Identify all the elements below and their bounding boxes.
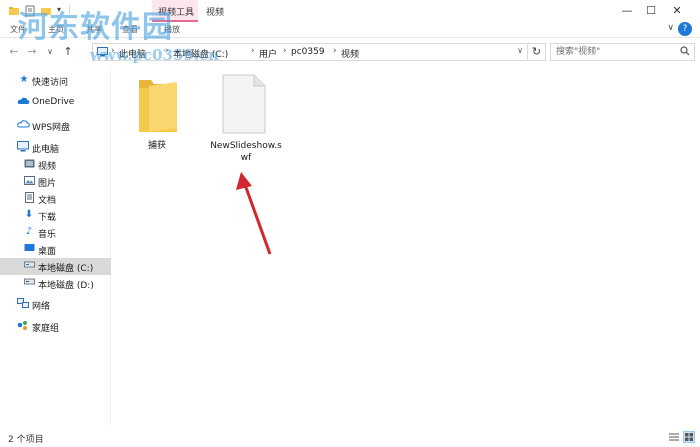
file-name: 捕获	[147, 141, 166, 151]
cloud-icon	[17, 96, 30, 108]
file-item-swf[interactable]: NewSlideshow.s wf	[208, 74, 284, 164]
file-item-folder[interactable]: 捕获	[136, 76, 184, 156]
breadcrumb-this-pc[interactable]: 此电脑	[119, 47, 146, 60]
breadcrumb-drive-c[interactable]: 本地磁盘 (C:)	[173, 47, 228, 60]
sidebar-item-homegroup[interactable]: 家庭组	[0, 318, 111, 335]
help-button[interactable]: ?	[678, 22, 692, 36]
sidebar-item-drive-d[interactable]: 本地磁盘 (D:)	[0, 275, 111, 292]
pictures-folder-icon	[23, 175, 35, 187]
sidebar-item-label: WPS网盘	[32, 123, 71, 133]
this-pc-icon	[97, 47, 108, 60]
download-icon: ⬇	[24, 209, 34, 220]
sidebar-item-wps-drive[interactable]: WPS网盘	[0, 117, 111, 134]
sidebar-item-label: 此电脑	[32, 145, 60, 155]
network-icon	[17, 298, 29, 310]
sidebar-item-onedrive[interactable]: OneDrive	[0, 94, 111, 111]
ribbon-tab-view[interactable]: 查看	[122, 24, 138, 35]
sidebar-item-label: 桌面	[38, 247, 57, 257]
video-tools-label: 视频工具	[158, 8, 195, 18]
address-dropdown-icon[interactable]: ∨	[517, 46, 523, 55]
file-list: 捕获 NewSlideshow.s wf	[112, 66, 692, 426]
breadcrumb-separator-icon: ›	[283, 46, 287, 56]
desktop-icon	[23, 243, 35, 255]
recent-locations-button[interactable]: ∨	[42, 44, 58, 60]
sidebar-item-label: OneDrive	[32, 97, 75, 107]
status-bar: 2 个项目	[0, 428, 700, 447]
sidebar-item-pictures[interactable]: 图片	[0, 173, 111, 190]
homegroup-icon	[17, 320, 29, 332]
sidebar-item-label: 家庭组	[32, 324, 60, 334]
ribbon-tab-play[interactable]: 播放	[164, 24, 180, 35]
drive-icon	[23, 277, 35, 289]
sidebar-item-drive-c[interactable]: 本地磁盘 (C:)	[0, 258, 111, 275]
breadcrumb-separator-icon: ›	[251, 46, 255, 56]
ribbon-tab-file[interactable]: 文件	[10, 24, 26, 35]
close-button[interactable]: ✕	[654, 0, 700, 22]
video-folder-icon	[23, 158, 35, 170]
sidebar-item-label: 音乐	[38, 230, 57, 240]
sidebar-item-documents[interactable]: 文档	[0, 190, 111, 207]
sidebar-item-label: 文档	[38, 196, 57, 206]
sidebar-item-quick-access[interactable]: ★ 快速访问	[0, 72, 111, 89]
drive-icon	[23, 260, 35, 272]
large-icons-view-icon[interactable]	[683, 431, 695, 443]
expand-ribbon-icon[interactable]: ∨	[667, 23, 674, 33]
sidebar-item-videos[interactable]: 视频	[0, 156, 111, 173]
file-icon	[222, 74, 266, 137]
sidebar-item-label: 本地磁盘 (D:)	[38, 281, 94, 291]
search-icon[interactable]	[680, 46, 690, 59]
computer-icon	[17, 141, 29, 153]
ribbon-tab-share[interactable]: 共享	[86, 24, 102, 35]
sidebar-item-downloads[interactable]: ⬇ 下载	[0, 207, 111, 224]
music-icon: ♪	[25, 226, 33, 237]
cloud-outline-icon	[17, 119, 30, 131]
new-folder-icon[interactable]	[40, 5, 52, 20]
sidebar-item-label: 图片	[38, 179, 57, 189]
item-count: 2 个项目	[8, 435, 44, 445]
breadcrumb-user-folder[interactable]: pc0359	[291, 47, 325, 57]
sidebar-item-music[interactable]: ♪ 音乐	[0, 224, 111, 241]
sidebar-item-desktop[interactable]: 桌面	[0, 241, 111, 258]
search-box[interactable]	[550, 43, 695, 61]
sidebar-item-label: 视频	[38, 162, 57, 172]
customize-toolbar-icon[interactable]: ▾	[57, 5, 61, 14]
details-view-icon[interactable]	[668, 431, 680, 443]
refresh-button[interactable]: ↻	[528, 43, 546, 61]
file-name: NewSlideshow.s wf	[210, 141, 282, 163]
properties-icon[interactable]	[24, 5, 36, 20]
folder-icon	[137, 76, 179, 137]
search-input[interactable]	[551, 44, 671, 60]
breadcrumb-separator-icon: ›	[165, 46, 169, 56]
documents-folder-icon	[23, 192, 35, 204]
sidebar-item-label: 下载	[38, 213, 57, 223]
scrollbar[interactable]	[692, 66, 700, 426]
ribbon-tab-home[interactable]: 主页	[48, 24, 64, 35]
sidebar-item-label: 快速访问	[32, 78, 69, 88]
sidebar-item-this-pc[interactable]: 此电脑	[0, 139, 111, 156]
breadcrumb-separator-icon: ›	[111, 46, 115, 56]
annotation-arrow-icon	[236, 172, 272, 255]
window-title: 视频	[206, 8, 225, 18]
sidebar-item-network[interactable]: 网络	[0, 296, 111, 313]
video-tools-tab[interactable]: 视频工具	[152, 0, 198, 22]
address-bar[interactable]: › 此电脑 › 本地磁盘 (C:) › 用户 › pc0359 › 视频 ∨	[92, 43, 528, 61]
ribbon-tabs: 文件 主页 共享 查看 播放 ∨ ?	[0, 22, 700, 38]
sidebar-item-label: 网络	[32, 302, 51, 312]
separator-icon: |	[68, 5, 72, 15]
breadcrumb-users[interactable]: 用户	[259, 47, 277, 60]
up-button[interactable]: ↑	[60, 44, 76, 60]
breadcrumb-videos[interactable]: 视频	[341, 47, 359, 60]
navigation-pane: ★ 快速访问 OneDrive WPS网盘 此电脑 视频 图片 文档 ⬇ 下载 …	[0, 66, 111, 426]
star-icon: ★	[19, 74, 29, 85]
forward-button[interactable]: →	[24, 44, 40, 60]
address-row: ← → ∨ ↑ › 此电脑 › 本地磁盘 (C:) › 用户 › pc0359 …	[0, 40, 700, 64]
breadcrumb-separator-icon: ›	[333, 46, 337, 56]
sidebar-item-label: 本地磁盘 (C:)	[38, 264, 94, 274]
title-bar: ▾ | 视频工具 视频 — ☐ ✕	[0, 0, 700, 22]
back-button[interactable]: ←	[6, 44, 22, 60]
quick-access-folder-icon[interactable]	[8, 5, 20, 20]
